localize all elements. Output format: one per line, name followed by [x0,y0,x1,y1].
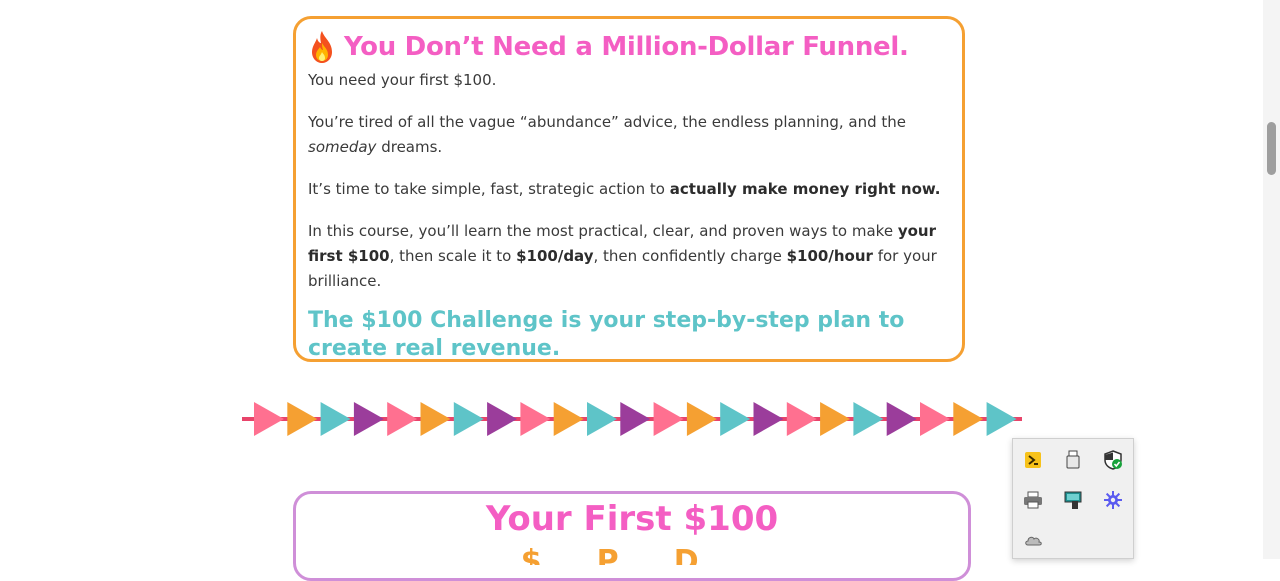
divider-pennant [520,402,551,436]
divider-pennant [553,402,584,436]
scrollbar-thumb[interactable] [1267,122,1276,175]
divider-pennant [786,402,817,436]
intro-paragraph-1: You need your first $100. [308,71,497,89]
divider-pennant [986,402,1017,436]
p4-text-a: In this course, you’ll learn the most pr… [308,222,898,240]
divider-pennant [920,402,950,436]
intro-headline: You Don’t Need a Million-Dollar Funnel. [308,29,950,65]
intro-paragraph-3: It’s time to take simple, fast, strategi… [308,177,950,202]
page-scrollbar[interactable] [1263,0,1280,559]
p2-text-a: You’re tired of all the vague “abundance… [308,113,907,131]
intro-paragraph-4: In this course, you’ll learn the most pr… [308,219,950,294]
divider-pennant [453,402,484,436]
network-card-icon[interactable] [1061,488,1085,512]
terminal-icon[interactable] [1021,448,1045,472]
p4-bold-day: $100/day [516,247,594,265]
first-100-subtitle: $ ... P ... D ... [520,545,744,565]
divider-pennant [720,402,751,436]
divider-pennant [953,402,984,436]
divider-pennant [387,402,418,436]
divider-pennant [620,402,651,436]
intro-paragraph-2: You’re tired of all the vague “abundance… [308,110,950,160]
intro-card: You Don’t Need a Million-Dollar Funnel. … [293,16,965,362]
divider-pennant [753,402,784,436]
triangle-pennant-divider [242,402,1022,436]
challenge-statement: The $100 Challenge is your step-by-step … [308,308,905,361]
first-100-card: Your First $100 $ ... P ... D ... [293,491,971,581]
cloud-icon[interactable] [1021,528,1045,552]
divider-pennant [886,402,917,436]
p4-bold-hour: $100/hour [786,247,873,265]
usb-drive-icon[interactable] [1061,448,1085,472]
printer-icon[interactable] [1021,488,1045,512]
divider-pennant [587,402,617,436]
first-100-title: Your First $100 [485,499,779,539]
divider-pennant [487,402,518,436]
system-tray-overflow [1012,438,1134,559]
divider-pennant [686,402,717,436]
divider-pennant [287,402,318,436]
intro-headline-text: You Don’t Need a Million-Dollar Funnel. [344,32,909,62]
divider-pennant [653,402,684,436]
fire-icon [312,31,332,63]
p3-bold: actually make money right now. [669,180,941,198]
divider-pennant [320,402,351,436]
divider-pennant [820,402,851,436]
p2-text-b: dreams. [376,138,443,156]
security-shield-icon[interactable] [1101,448,1125,472]
p3-text: It’s time to take simple, fast, strategi… [308,180,670,198]
p4-text-c: , then scale it to [389,247,517,265]
divider-pennant [254,402,284,436]
bluetooth-gear-icon[interactable] [1101,488,1125,512]
p2-italic: someday [308,138,377,156]
p4-text-e: , then confidently charge [593,247,787,265]
divider-pennant [853,402,884,436]
divider-pennant [353,402,384,436]
divider-pennant [420,402,451,436]
